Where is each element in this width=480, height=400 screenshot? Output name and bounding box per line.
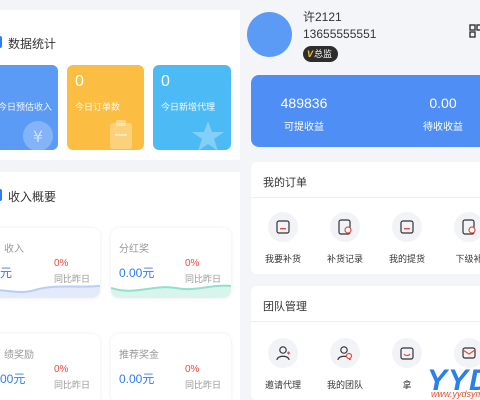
star-icon bbox=[192, 121, 224, 150]
stat-label: 今日新增代理 bbox=[161, 102, 216, 112]
trend-wave bbox=[111, 284, 231, 298]
income-item-title: 绩奖励 bbox=[4, 350, 34, 361]
pending-value: 0.00 bbox=[429, 95, 457, 111]
income-item-value: 0.00元 bbox=[119, 372, 155, 386]
restock-record-icon bbox=[330, 212, 360, 242]
pending-label: 待收收益 bbox=[423, 122, 463, 133]
level-badge: V总监 bbox=[303, 46, 339, 62]
qr-code-icon[interactable] bbox=[469, 24, 480, 38]
divider bbox=[251, 321, 480, 322]
team-icon bbox=[330, 338, 360, 368]
my-orders-title: 我的订单 bbox=[263, 177, 307, 189]
invite-icon bbox=[268, 338, 298, 368]
income-item-percent: 0% bbox=[185, 364, 200, 375]
yuan-coin-icon: ¥ bbox=[23, 121, 53, 150]
income-item-percent: 0% bbox=[54, 258, 69, 269]
section-marker bbox=[0, 36, 2, 48]
watermark-url: www.yydsym.c bbox=[431, 389, 480, 399]
stat-label: 今日订单数 bbox=[75, 102, 121, 112]
stat-card-income[interactable]: 今日预估收入 ¥ bbox=[0, 65, 58, 150]
income-overview-title: 收入概要 bbox=[8, 190, 57, 204]
restock-icon bbox=[268, 212, 298, 242]
wallet-icon bbox=[392, 338, 422, 368]
level-badge-label: 总监 bbox=[314, 49, 333, 59]
clipboard-icon bbox=[110, 120, 132, 149]
balance-card[interactable]: 489836 可提收益 0.00 待收收益 bbox=[251, 75, 480, 147]
pickup-icon bbox=[392, 212, 422, 242]
user-name: 许2121 bbox=[303, 10, 342, 24]
stat-card-new-agents[interactable]: 0 今日新增代理 bbox=[153, 65, 231, 150]
avatar[interactable] bbox=[247, 12, 292, 57]
sub-restock-icon bbox=[454, 212, 480, 242]
data-stats-title: 数据统计 bbox=[8, 37, 57, 51]
income-item-referral[interactable]: 推荐奖金 0.00元 0% 同比昨日 bbox=[111, 334, 231, 400]
profile-panel: 许2121 13655555551 V总监 489836 可提收益 0.00 待… bbox=[241, 0, 480, 400]
divider bbox=[251, 197, 480, 198]
stat-value: 0 bbox=[161, 73, 170, 90]
trend-wave bbox=[0, 285, 100, 298]
app-screen: 数据统计 今日预估收入 ¥ 0 今日订单数 0 今日新增代理 收入概要 收入 元… bbox=[0, 0, 480, 400]
stat-label: 今日预估收入 bbox=[0, 102, 53, 112]
order-item-label: 下级补 bbox=[455, 254, 480, 264]
dashboard-panel: 数据统计 今日预估收入 ¥ 0 今日订单数 0 今日新增代理 收入概要 收入 元… bbox=[0, 0, 240, 400]
income-item-percent: 0% bbox=[185, 258, 200, 269]
income-item-compare: 同比昨日 bbox=[54, 380, 91, 390]
income-item-performance[interactable]: 绩奖励 00元 0% 同比昨日 bbox=[0, 334, 100, 400]
income-item-title: 收入 bbox=[4, 244, 24, 255]
income-item-title: 推荐奖金 bbox=[119, 350, 159, 361]
withdrawable-label: 可提收益 bbox=[284, 122, 324, 133]
income-item-title: 分红奖 bbox=[119, 244, 149, 255]
income-item-income[interactable]: 收入 元 0% 同比昨日 bbox=[0, 228, 100, 298]
svg-text:¥: ¥ bbox=[33, 127, 43, 146]
income-item-compare: 同比昨日 bbox=[185, 380, 222, 390]
section-marker bbox=[0, 189, 2, 201]
withdrawable-value: 489836 bbox=[280, 95, 328, 111]
my-orders-card: 我的订单 我要补货 补货记录 我的提货 下级补 bbox=[251, 162, 480, 274]
stat-value: 0 bbox=[75, 73, 84, 90]
level-v-icon: V bbox=[307, 49, 314, 59]
income-item-dividend[interactable]: 分红奖 0.00元 0% 同比昨日 bbox=[111, 228, 231, 298]
team-management-title: 团队管理 bbox=[263, 301, 307, 313]
income-item-value: 00元 bbox=[0, 372, 26, 386]
income-item-percent: 0% bbox=[54, 364, 69, 375]
stat-card-orders[interactable]: 0 今日订单数 bbox=[67, 65, 144, 150]
user-phone: 13655555551 bbox=[303, 27, 377, 41]
